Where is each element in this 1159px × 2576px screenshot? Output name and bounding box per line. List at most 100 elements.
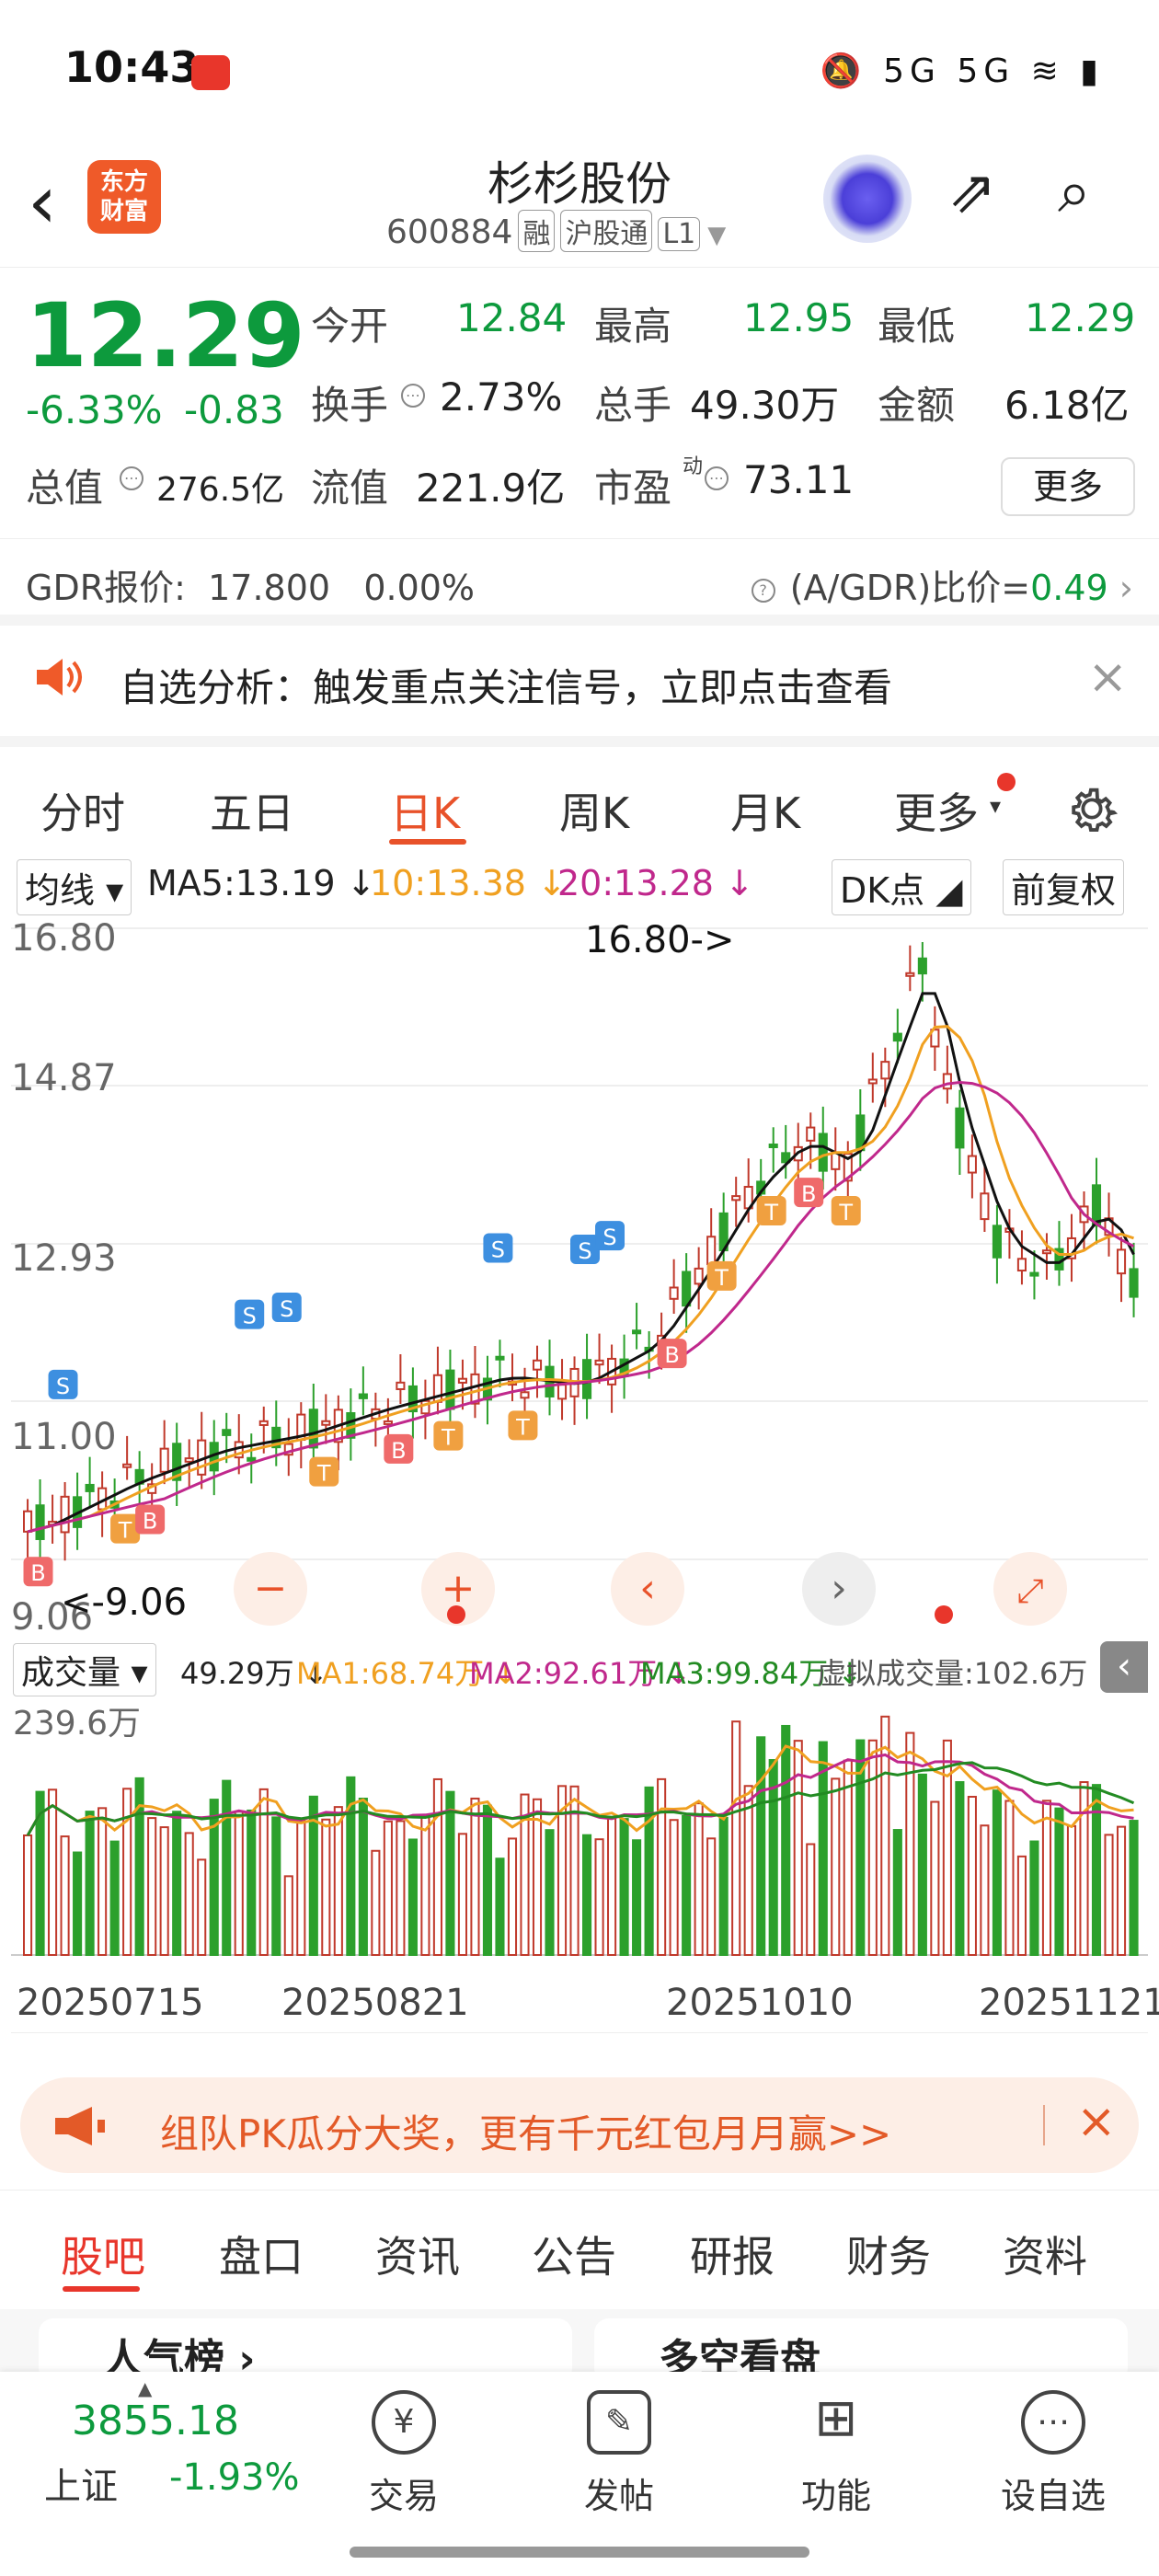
volume-bar [271,1816,281,1956]
search-icon[interactable]: ⌕ [1058,158,1091,226]
volume-bar [756,1736,766,1956]
amount-value: 6.18亿 [1004,383,1130,428]
gdr-pct: 0.00% [363,568,476,608]
volume-bar [955,1781,965,1956]
nav-add-watchlist[interactable]: ⋯ 设自选 [993,2390,1113,2518]
signal-mark-label: T [441,1425,455,1451]
red-dot [935,1605,953,1624]
promo-banner[interactable]: 组队PK瓜分大奖，更有千元红包月月赢>> × [20,2077,1139,2173]
close-icon[interactable]: × [1087,650,1128,705]
tab-more[interactable]: 更多 [894,780,979,841]
chevron-left-icon: ‹ [639,1565,656,1612]
ma-indicator-bar: 均线 ▾ MA5:13.19 ↓ 10:13.38 ↓ 20:13.28 ↓ D… [0,856,1159,915]
tab-profile[interactable]: 资料 [1003,2224,1087,2284]
candle-body [60,1495,70,1534]
promo-text: 组队PK瓜分大奖，更有千元红包月月赢>> [160,2111,892,2156]
volume-bar [694,1802,704,1957]
candle-body [457,1377,467,1384]
index-value[interactable]: 3855.18 [72,2398,239,2444]
info-icon[interactable]: ⋯ [401,384,425,408]
date-label: 20251121 [979,1982,1159,2024]
volume-bar [806,1843,816,1956]
index-change: -1.93% [169,2456,300,2499]
notice-bar[interactable]: 自选分析：触发重点关注信号，立即点击查看 × [0,626,1159,736]
total-mv-value: 276.5亿 [156,471,285,509]
gdr-row[interactable]: GDR报价: 17.800 0.00% ? (A/GDR)比价=0.49 › [0,538,1159,626]
y-label-max: 16.80 [11,917,117,960]
close-icon[interactable]: × [1076,2094,1117,2149]
tab-weekly-k[interactable]: 周K [559,780,629,841]
candle-body [867,1078,878,1085]
nav-trade[interactable]: ¥ 交易 [344,2390,464,2518]
gear-icon[interactable] [1061,778,1122,839]
volume-bar [234,1811,244,1956]
share-icon[interactable]: ⇗ [947,158,997,226]
volume-bar [147,1817,157,1956]
nav-functions[interactable]: ⊞ 功能 [776,2390,896,2518]
system-icons: 🔕 5G 5G ≋ ▮ [820,52,1104,90]
adjust-button[interactable]: 前复权 [1003,859,1125,915]
dropdown-triangle-icon[interactable]: ▼ [707,222,726,249]
candle-body [731,1195,741,1202]
info-icon[interactable]: ⋯ [705,466,729,490]
date-label: 20250715 [17,1982,204,2024]
ma-selector[interactable]: 均线 ▾ [17,859,132,915]
tab-announcements[interactable]: 公告 [532,2224,616,2284]
volume-bar [1041,1800,1052,1956]
volume-bar [657,1777,667,1956]
candle-body [682,1271,692,1307]
expand-icon: ⤢ [1017,1572,1044,1610]
candle-body [396,1381,406,1390]
volume-bar [222,1779,232,1956]
candle-body [582,1359,592,1399]
candle-body [905,972,915,977]
volume-value: 49.30万 [690,383,840,428]
tab-orderbook[interactable]: 盘口 [219,2224,304,2284]
assistant-robot-icon[interactable] [823,155,912,243]
collapse-panel-button[interactable]: ‹ [1100,1641,1148,1693]
nav-post[interactable]: ✎ 发帖 [559,2390,679,2518]
chevron-right-icon: › [1119,568,1133,608]
volume-bar [184,1832,194,1956]
yen-icon: ¥ [372,2390,436,2455]
candle-body [470,1373,480,1405]
edit-icon: ✎ [587,2390,651,2455]
chart-period-tabs: 分时 五日 日K 周K 月K 更多 ▾ [0,736,1159,856]
signal-mark-label: T [763,1200,778,1225]
tab-research[interactable]: 研报 [690,2224,775,2284]
kline-chart[interactable]: BSTBSSTBTSTSSBTTBTS 16.80 14.87 12.93 11… [11,915,1148,1633]
info-icon[interactable]: ⋯ [120,466,143,490]
dk-point-button[interactable]: DK点 ◢ [832,859,971,915]
tab-5day[interactable]: 五日 [210,780,294,841]
tab-news[interactable]: 资讯 [375,2224,460,2284]
high-label: 最高 [594,304,672,349]
volume-selector[interactable]: 成交量 ▾ [13,1643,156,1696]
volume-bar [383,1820,393,1956]
grid-icon: ⊞ [814,2388,858,2448]
tab-financials[interactable]: 财务 [846,2224,931,2284]
volume-max-label: 239.6万 [13,1705,141,1742]
more-button[interactable]: 更多 [1001,457,1135,516]
home-indicator [350,2547,809,2558]
volume-bar [507,1837,518,1956]
candle-body [358,1393,368,1399]
tab-monthly-k[interactable]: 月K [730,780,800,841]
stock-code-row[interactable]: 600884 融沪股通 L1 ▼ [386,210,726,252]
volume-bar [905,1731,915,1957]
gdr-left: GDR报价: 17.800 0.00% [26,559,475,610]
candle-body [892,1032,902,1042]
candle-body [942,1073,952,1090]
help-icon[interactable]: ? [751,578,775,603]
ma-line [27,1080,1135,1534]
volume-bar [98,1807,108,1956]
candle-body [1029,1271,1039,1277]
total-mv-label: 总值 [26,466,104,511]
tab-daily-k[interactable]: 日K [390,780,460,841]
volume-bar [619,1818,629,1956]
volume-bar [930,1800,940,1956]
tab-guba[interactable]: 股吧 [61,2224,145,2284]
candle-body [669,1286,679,1300]
y-label-4: 11.00 [11,1416,117,1458]
tab-intraday[interactable]: 分时 [40,780,125,841]
gdr-ratio: 0.49 [1030,568,1108,608]
